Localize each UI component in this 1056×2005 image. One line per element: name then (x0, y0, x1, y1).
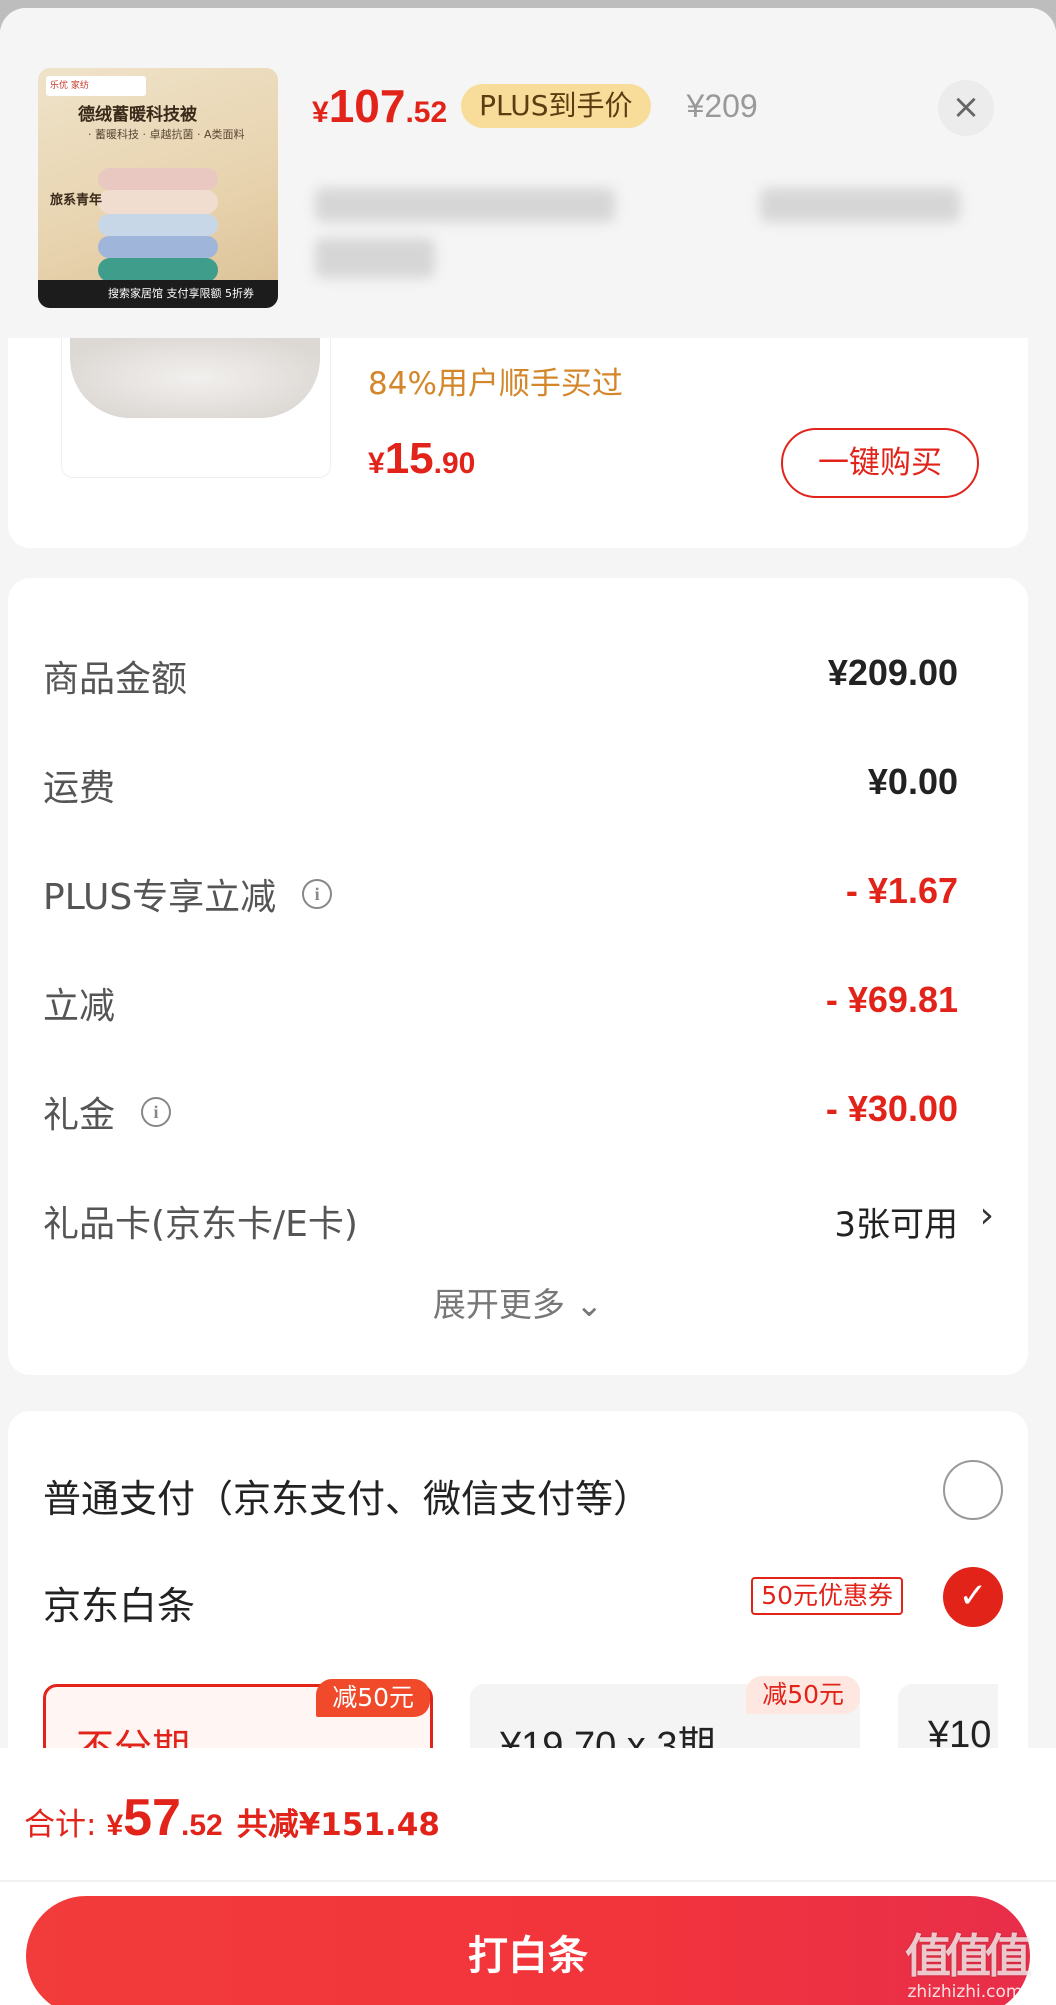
blanket-stack (98, 168, 218, 190)
addon-purchase-rate: 84%用户顺手买过 (368, 366, 623, 402)
gift-card-available: 3张可用 (834, 1205, 958, 1245)
summary-row-cash-gift: 礼金 i - ¥30.00 (43, 1076, 988, 1136)
product-thumbnail[interactable]: 乐优 家纺 德绒蓄暖科技被 · 蓄暖科技 · 卓越抗菌 · A类面料 旅系青年 … (38, 68, 278, 308)
addon-price-integer: 15 (384, 434, 434, 483)
blurred-spec-text (315, 238, 435, 278)
addon-price-decimal: .90 (433, 447, 476, 480)
order-summary-card: 商品金额 ¥209.00 运费 ¥0.00 PLUS专享立减 i - ¥1.67… (8, 578, 1028, 1375)
order-total: 合计: ¥ 57 .52 共减¥151.48 (24, 1788, 440, 1848)
info-icon[interactable]: i (302, 879, 333, 909)
product-header: 乐优 家纺 德绒蓄暖科技被 · 蓄暖科技 · 卓越抗菌 · A类面料 旅系青年 … (0, 8, 1056, 338)
plus-price: ¥107.52 (312, 79, 447, 133)
price-currency: ¥ (312, 96, 329, 129)
blurred-spec-text (760, 188, 960, 222)
total-savings: 共减¥151.48 (236, 1807, 440, 1843)
footer-divider (0, 1880, 1056, 1882)
summary-label: 商品金额 (43, 650, 187, 702)
total-label: 合计: (24, 1807, 97, 1843)
thumb-banner: 搜索家居馆 支付享限额 5折券 (38, 280, 278, 308)
summary-row-goods-amount: 商品金额 ¥209.00 (43, 640, 988, 700)
checkout-footer: 合计: ¥ 57 .52 共减¥151.48 打白条 (0, 1748, 1056, 2005)
payment-option-normal[interactable]: 普通支付（京东支付、微信支付等） (43, 1456, 1003, 1526)
coupon-tag: 50元优惠券 (751, 1577, 903, 1615)
summary-row-gift-card[interactable]: 礼品卡(京东卡/E卡) 3张可用 › (43, 1185, 994, 1247)
info-icon[interactable]: i (141, 1097, 172, 1127)
payment-option-label: 京东白条 (43, 1584, 196, 1628)
payment-method-card: 普通支付（京东支付、微信支付等） 京东白条 50元优惠券 ✓ 不分期 减50元 … (8, 1411, 1028, 1776)
summary-row-plus-discount: PLUS专享立减 i - ¥1.67 (43, 858, 988, 918)
pay-with-baitiao-button[interactable]: 打白条 (26, 1896, 1030, 2005)
summary-label-text: 运费 (43, 768, 116, 809)
one-click-buy-button[interactable]: 一键购买 (781, 428, 979, 498)
summary-label: 礼品卡(京东卡/E卡) (43, 1195, 358, 1247)
plan-discount-badge: 减50元 (316, 1679, 430, 1717)
expand-more-button[interactable]: 展开更多 ⌄ (8, 1278, 1028, 1326)
summary-label-text: PLUS专享立减 (43, 877, 277, 918)
summary-label: 立减 (43, 977, 115, 1029)
close-button[interactable]: × (938, 80, 994, 136)
payment-option-baitiao[interactable]: 京东白条 50元优惠券 ✓ (43, 1563, 1003, 1633)
summary-value: - ¥69.81 (825, 979, 958, 1020)
summary-value: - ¥30.00 (825, 1088, 958, 1129)
radio-unchecked-icon[interactable] (943, 1460, 1003, 1520)
checkout-sheet: 乐优 家纺 德绒蓄暖科技被 · 蓄暖科技 · 卓越抗菌 · A类面料 旅系青年 … (0, 8, 1056, 2005)
watermark-logo: 值值值 (905, 1929, 1031, 1983)
summary-label: PLUS专享立减 i (43, 868, 333, 920)
thumb-title: 德绒蓄暖科技被 (78, 105, 197, 125)
site-watermark: 值值值 zhizhizhi.com (905, 1920, 1031, 2002)
total-integer: 57 (123, 1789, 181, 1847)
plus-price-tag: PLUS到手价 (461, 84, 651, 128)
thumb-brand: 乐优 家纺 (46, 76, 146, 96)
summary-label-text: 立减 (43, 986, 116, 1027)
price-row: ¥107.52 PLUS到手价 ¥209 (312, 78, 758, 134)
watermark-text: zhizhizhi.com (907, 1982, 1023, 2002)
blurred-spec-text (315, 188, 615, 222)
summary-row-shipping: 运费 ¥0.00 (43, 749, 988, 809)
price-decimal: .52 (405, 96, 448, 129)
blanket-stack (98, 214, 218, 236)
summary-label-text: 礼金 (43, 1095, 116, 1136)
summary-value: ¥0.00 (867, 761, 958, 802)
summary-label: 礼金 i (43, 1086, 172, 1138)
radio-checked-icon[interactable]: ✓ (943, 1567, 1003, 1627)
total-decimal: .52 (180, 1809, 223, 1842)
chevron-right-icon: › (979, 1195, 994, 1236)
summary-value: - ¥1.67 (845, 870, 958, 911)
summary-label-text: 商品金额 (43, 659, 188, 700)
thumb-side-text: 旅系青年 (50, 193, 103, 208)
addon-thumbnail[interactable] (61, 338, 331, 478)
blanket-stack (98, 236, 218, 258)
addon-item-card: 84%用户顺手买过 ¥15.90 一键购买 (8, 338, 1028, 548)
thumb-subtitle: · 蓄暖科技 · 卓越抗菌 · A类面料 (88, 128, 245, 141)
addon-price-currency: ¥ (368, 447, 385, 480)
pillow-image (70, 338, 320, 418)
price-integer: 107 (328, 80, 406, 132)
addon-price: ¥15.90 (368, 434, 475, 484)
payment-option-label: 普通支付（京东支付、微信支付等） (43, 1477, 652, 1521)
summary-value: ¥209.00 (827, 652, 958, 693)
total-currency: ¥ (106, 1809, 124, 1842)
summary-label: 运费 (43, 759, 115, 811)
summary-row-instant-discount: 立减 - ¥69.81 (43, 967, 988, 1027)
blanket-stack (98, 258, 218, 282)
summary-label-text: 礼品卡(京东卡/E卡) (43, 1204, 358, 1245)
original-price: ¥209 (686, 87, 758, 124)
close-icon: × (951, 87, 981, 127)
plan-discount-badge: 减50元 (746, 1676, 860, 1714)
blanket-stack (98, 190, 218, 214)
